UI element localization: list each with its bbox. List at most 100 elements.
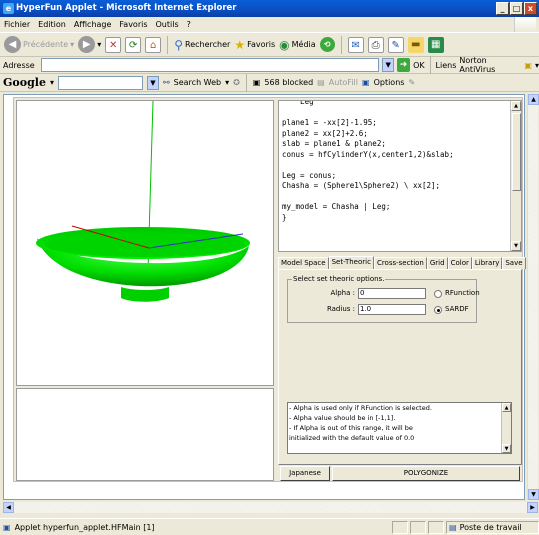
scroll-thumb[interactable] (512, 113, 521, 191)
search-label: Rechercher (185, 40, 231, 49)
status-bar: ▣ Applet hyperfun_applet.HFMain [1] ▤ Po… (0, 518, 539, 535)
tab-model-space[interactable]: Model Space (278, 257, 329, 269)
help-line: - Alpha value should be in [-1,1]. (289, 414, 396, 422)
stop-button[interactable]: ✕ (105, 36, 122, 53)
media-button[interactable]: ◉ Média (279, 38, 316, 52)
scroll-left-button[interactable]: ◀ (3, 502, 14, 513)
norton-antivirus-button[interactable]: Norton AntiVirus (459, 56, 521, 74)
address-dropdown-button[interactable]: ▼ (382, 58, 394, 72)
rfunction-radio[interactable] (434, 290, 442, 298)
tab-cross-section[interactable]: Cross-section (373, 257, 427, 269)
code-text[interactable]: Leg plane1 = -xx[2]-1.95; plane2 = xx[2]… (279, 101, 454, 223)
scroll-up-button[interactable]: ▲ (511, 101, 521, 111)
scroll-right-button[interactable]: ▶ (527, 502, 538, 513)
help-text-area[interactable]: - Alpha is used only if RFunction is sel… (287, 402, 512, 454)
window-title: HyperFun Applet - Microsoft Internet Exp… (16, 3, 237, 13)
mail-button[interactable]: ✉ (347, 36, 364, 53)
chevron-down-icon[interactable]: ▾ (225, 78, 229, 87)
japanese-button[interactable]: Japanese (280, 466, 330, 481)
scroll-up-button[interactable]: ▲ (528, 94, 539, 105)
page-vertical-scrollbar[interactable]: ▲ ▼ (527, 94, 539, 500)
go-arrow-icon[interactable]: ➜ (396, 58, 411, 72)
tab-library[interactable]: Library (471, 257, 503, 269)
scroll-down-button[interactable]: ▼ (528, 489, 539, 500)
computer-icon: ▤ (449, 523, 457, 532)
sardf-label: SARDF (445, 305, 469, 313)
bowl-foot (121, 287, 169, 302)
options-icon: ▣ (362, 78, 370, 87)
forward-button[interactable]: ▶ ▾ (78, 36, 101, 53)
edit-button[interactable]: ✎ (387, 36, 404, 53)
links-button[interactable]: Liens (436, 61, 457, 70)
menu-fichier[interactable]: Fichier (4, 20, 30, 29)
chevron-down-icon[interactable]: ▾ (50, 78, 54, 87)
status-text: Applet hyperfun_applet.HFMain [1] (14, 522, 155, 532)
google-search-input[interactable] (57, 75, 143, 90)
folder-button[interactable]: ▬ (407, 36, 424, 53)
go-button[interactable]: OK (413, 61, 425, 70)
status-cell (392, 521, 408, 534)
popup-blocked-button[interactable]: 568 blocked (264, 78, 313, 87)
group-title: Select set theoric options. (292, 275, 386, 283)
code-editor[interactable]: Leg plane1 = -xx[2]-1.95; plane2 = xx[2]… (278, 100, 522, 252)
tab-set-theoric[interactable]: Set-Theoric (328, 256, 374, 269)
page-horizontal-scrollbar[interactable]: ◀ ▶ (3, 502, 538, 513)
messenger-button[interactable]: ▦ (427, 36, 444, 53)
search-icon: ⚲ (174, 37, 183, 52)
zone-cell: ▤ Poste de travail (446, 521, 539, 534)
pencil-icon[interactable]: ✎ (408, 78, 415, 87)
tab-grid[interactable]: Grid (426, 257, 448, 269)
print-button[interactable]: ⎙ (367, 36, 384, 53)
pagerank-icon[interactable]: ✪ (233, 78, 240, 87)
scroll-down-button[interactable]: ▼ (511, 241, 521, 251)
menu-help[interactable]: ? (187, 20, 191, 29)
help-scrollbar[interactable]: ▲ ▼ (501, 403, 511, 453)
toolbar-separator (245, 73, 247, 92)
sardf-radio[interactable] (434, 306, 442, 314)
radius-input[interactable]: 1.0 (358, 304, 426, 315)
google-dropdown-button[interactable]: ▼ (146, 75, 159, 90)
search-web-button[interactable]: Search Web (174, 78, 221, 87)
refresh-button[interactable]: ⟳ (125, 36, 142, 53)
model-viewer-3d[interactable] (16, 100, 274, 386)
menu-affichage[interactable]: Affichage (74, 20, 112, 29)
tab-color[interactable]: Color (447, 257, 472, 269)
home-button[interactable]: ⌂ (145, 36, 162, 53)
set-theoric-panel: Select set theoric options. Alpha : 0 RF… (278, 269, 522, 465)
back-label: Précédente (23, 40, 69, 49)
menu-favoris[interactable]: Favoris (119, 20, 147, 29)
minimize-button[interactable]: _ (496, 2, 509, 15)
options-button[interactable]: Options (374, 78, 405, 87)
close-button[interactable]: x (524, 2, 537, 15)
back-button[interactable]: ◀ Précédente ▾ (4, 36, 74, 53)
help-text: - Alpha is used only if RFunction is sel… (288, 403, 511, 443)
menu-outils[interactable]: Outils (156, 20, 179, 29)
autofill-icon: ▤ (317, 78, 325, 87)
message-panel (16, 388, 274, 481)
scroll-down-button[interactable]: ▼ (502, 444, 511, 453)
alpha-input[interactable]: 0 (358, 288, 426, 299)
binoculars-icon: ⚯ (162, 78, 170, 87)
address-input[interactable] (40, 58, 380, 72)
favorites-label: Favoris (247, 40, 276, 49)
search-button[interactable]: ⚲ Rechercher (174, 38, 230, 52)
google-logo[interactable]: Google (3, 76, 46, 89)
menu-edition[interactable]: Edition (38, 20, 66, 29)
google-toolbar: Google ▾ ▼ ⚯ Search Web ▾ ✪ ▣ 568 blocke… (0, 73, 539, 92)
maximize-button[interactable]: □ (510, 2, 523, 15)
polygonize-button[interactable]: POLYGONIZE (332, 466, 520, 481)
tab-save[interactable]: Save (502, 257, 526, 269)
bowl-inner (45, 233, 245, 257)
chevron-down-icon[interactable]: ▾ (535, 61, 539, 70)
autofill-button[interactable]: AutoFill (329, 78, 358, 87)
navigation-toolbar: ◀ Précédente ▾ ▶ ▾ ✕ ⟳ ⌂ ⚲ Rechercher ★ … (0, 33, 539, 57)
toolbar-separator (429, 56, 431, 74)
scroll-up-button[interactable]: ▲ (502, 403, 511, 412)
help-line: - Alpha is used only if RFunction is sel… (289, 404, 432, 412)
favorites-button[interactable]: ★ Favoris (234, 38, 275, 52)
history-button[interactable]: ⟲ (319, 37, 335, 52)
address-label: Adresse (3, 60, 35, 70)
code-scrollbar[interactable]: ▲ ▼ (510, 101, 521, 251)
applet-icon: ▣ (3, 522, 11, 532)
norton-icon: ▣ (524, 60, 532, 70)
